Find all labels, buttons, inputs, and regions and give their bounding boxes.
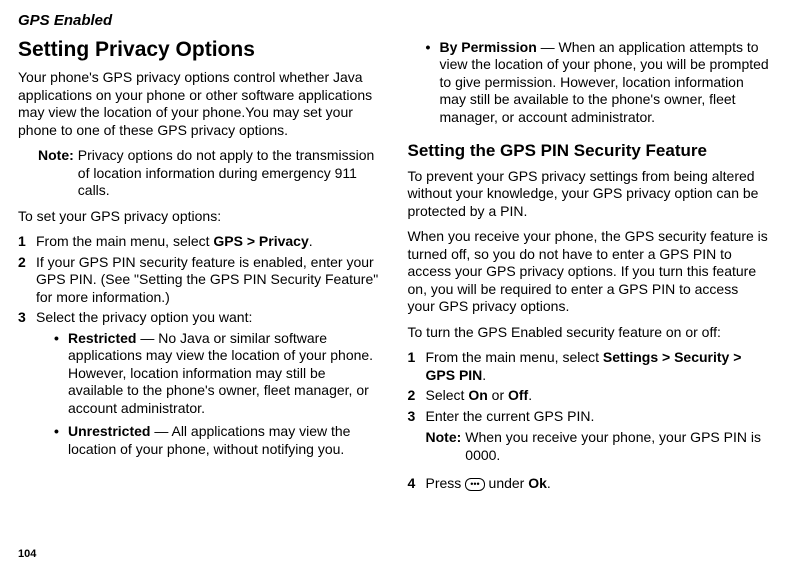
note-label: Note: xyxy=(38,147,74,200)
running-header: GPS Enabled xyxy=(18,12,769,31)
note-label: Note: xyxy=(426,429,462,464)
step-content: Select the privacy option you want: Rest… xyxy=(36,309,380,464)
right-column: By Permission — When an application atte… xyxy=(408,37,770,562)
r-step4-ok: Ok xyxy=(528,475,547,491)
step-content: From the main menu, select Settings > Se… xyxy=(426,349,770,384)
step-number: 2 xyxy=(18,254,36,307)
option-content: Restricted — No Java or similar software… xyxy=(68,330,380,418)
right-p1: To prevent your GPS privacy settings fro… xyxy=(408,168,770,221)
page-number: 104 xyxy=(18,540,380,562)
step-content: Enter the current GPS PIN. Note: When yo… xyxy=(426,408,770,473)
step1-bold: GPS > Privacy xyxy=(213,233,308,249)
step-1: 1 From the main menu, select GPS > Priva… xyxy=(18,233,380,251)
step-3: 3 Select the privacy option you want: Re… xyxy=(18,309,380,464)
note-block: Note: When you receive your phone, your … xyxy=(426,429,770,464)
intro-paragraph: Your phone's GPS privacy options control… xyxy=(18,69,380,139)
r-step-3: 3 Enter the current GPS PIN. Note: When … xyxy=(408,408,770,473)
r-step4-mid: under xyxy=(485,475,529,491)
step-2: 2 If your GPS PIN security feature is en… xyxy=(18,254,380,307)
option-unrestricted: Unrestricted — All applications may view… xyxy=(54,423,380,458)
step-number: 1 xyxy=(408,349,426,384)
r-step2-off: Off xyxy=(508,387,528,403)
r-step1-pre: From the main menu, select xyxy=(426,349,603,365)
step-content: If your GPS PIN security feature is enab… xyxy=(36,254,380,307)
r-step-1: 1 From the main menu, select Settings > … xyxy=(408,349,770,384)
r-step3-text: Enter the current GPS PIN. xyxy=(426,408,595,424)
option-title: By Permission xyxy=(440,39,537,55)
r-step2-on: On xyxy=(468,387,487,403)
step3-text: Select the privacy option you want: xyxy=(36,309,252,325)
note-block: Note: Privacy options do not apply to th… xyxy=(18,147,380,200)
option-content: By Permission — When an application atte… xyxy=(440,39,770,127)
step-number: 1 xyxy=(18,233,36,251)
step1-post: . xyxy=(309,233,313,249)
option-by-permission: By Permission — When an application atte… xyxy=(426,39,770,127)
r-step2-or: or xyxy=(488,387,508,403)
r-step2-pre: Select xyxy=(426,387,469,403)
r-step1-post: . xyxy=(482,367,486,383)
option-list: Restricted — No Java or similar software… xyxy=(36,330,380,459)
steps-list-left: 1 From the main menu, select GPS > Priva… xyxy=(18,233,380,467)
option-title: Restricted xyxy=(68,330,136,346)
softkey-icon: ••• xyxy=(465,478,484,491)
r-step-2: 2 Select On or Off. xyxy=(408,387,770,405)
option-title: Unrestricted xyxy=(68,423,150,439)
option-content: Unrestricted — All applications may view… xyxy=(68,423,380,458)
r-step4-post: . xyxy=(547,475,551,491)
step-number: 4 xyxy=(408,475,426,493)
step-content: From the main menu, select GPS > Privacy… xyxy=(36,233,380,251)
step-content: Select On or Off. xyxy=(426,387,770,405)
steps-list-right: 1 From the main menu, select Settings > … xyxy=(408,349,770,496)
heading-gps-pin-security: Setting the GPS PIN Security Feature xyxy=(408,140,770,161)
step-number: 3 xyxy=(18,309,36,464)
step1-pre: From the main menu, select xyxy=(36,233,213,249)
left-column: Setting Privacy Options Your phone's GPS… xyxy=(18,37,380,562)
r-step4-pre: Press xyxy=(426,475,466,491)
step-content: Press ••• under Ok. xyxy=(426,475,770,493)
step-number: 3 xyxy=(408,408,426,473)
heading-setting-privacy: Setting Privacy Options xyxy=(18,37,380,63)
note-text: Privacy options do not apply to the tran… xyxy=(74,147,380,200)
to-set-text: To set your GPS privacy options: xyxy=(18,208,380,226)
right-p2: When you receive your phone, the GPS sec… xyxy=(408,228,770,316)
right-p3: To turn the GPS Enabled security feature… xyxy=(408,324,770,342)
step-number: 2 xyxy=(408,387,426,405)
content-columns: Setting Privacy Options Your phone's GPS… xyxy=(18,37,769,562)
note-text: When you receive your phone, your GPS PI… xyxy=(461,429,769,464)
r-step-4: 4 Press ••• under Ok. xyxy=(408,475,770,493)
option-restricted: Restricted — No Java or similar software… xyxy=(54,330,380,418)
r-step2-post: . xyxy=(528,387,532,403)
option-list-continued: By Permission — When an application atte… xyxy=(408,39,770,133)
